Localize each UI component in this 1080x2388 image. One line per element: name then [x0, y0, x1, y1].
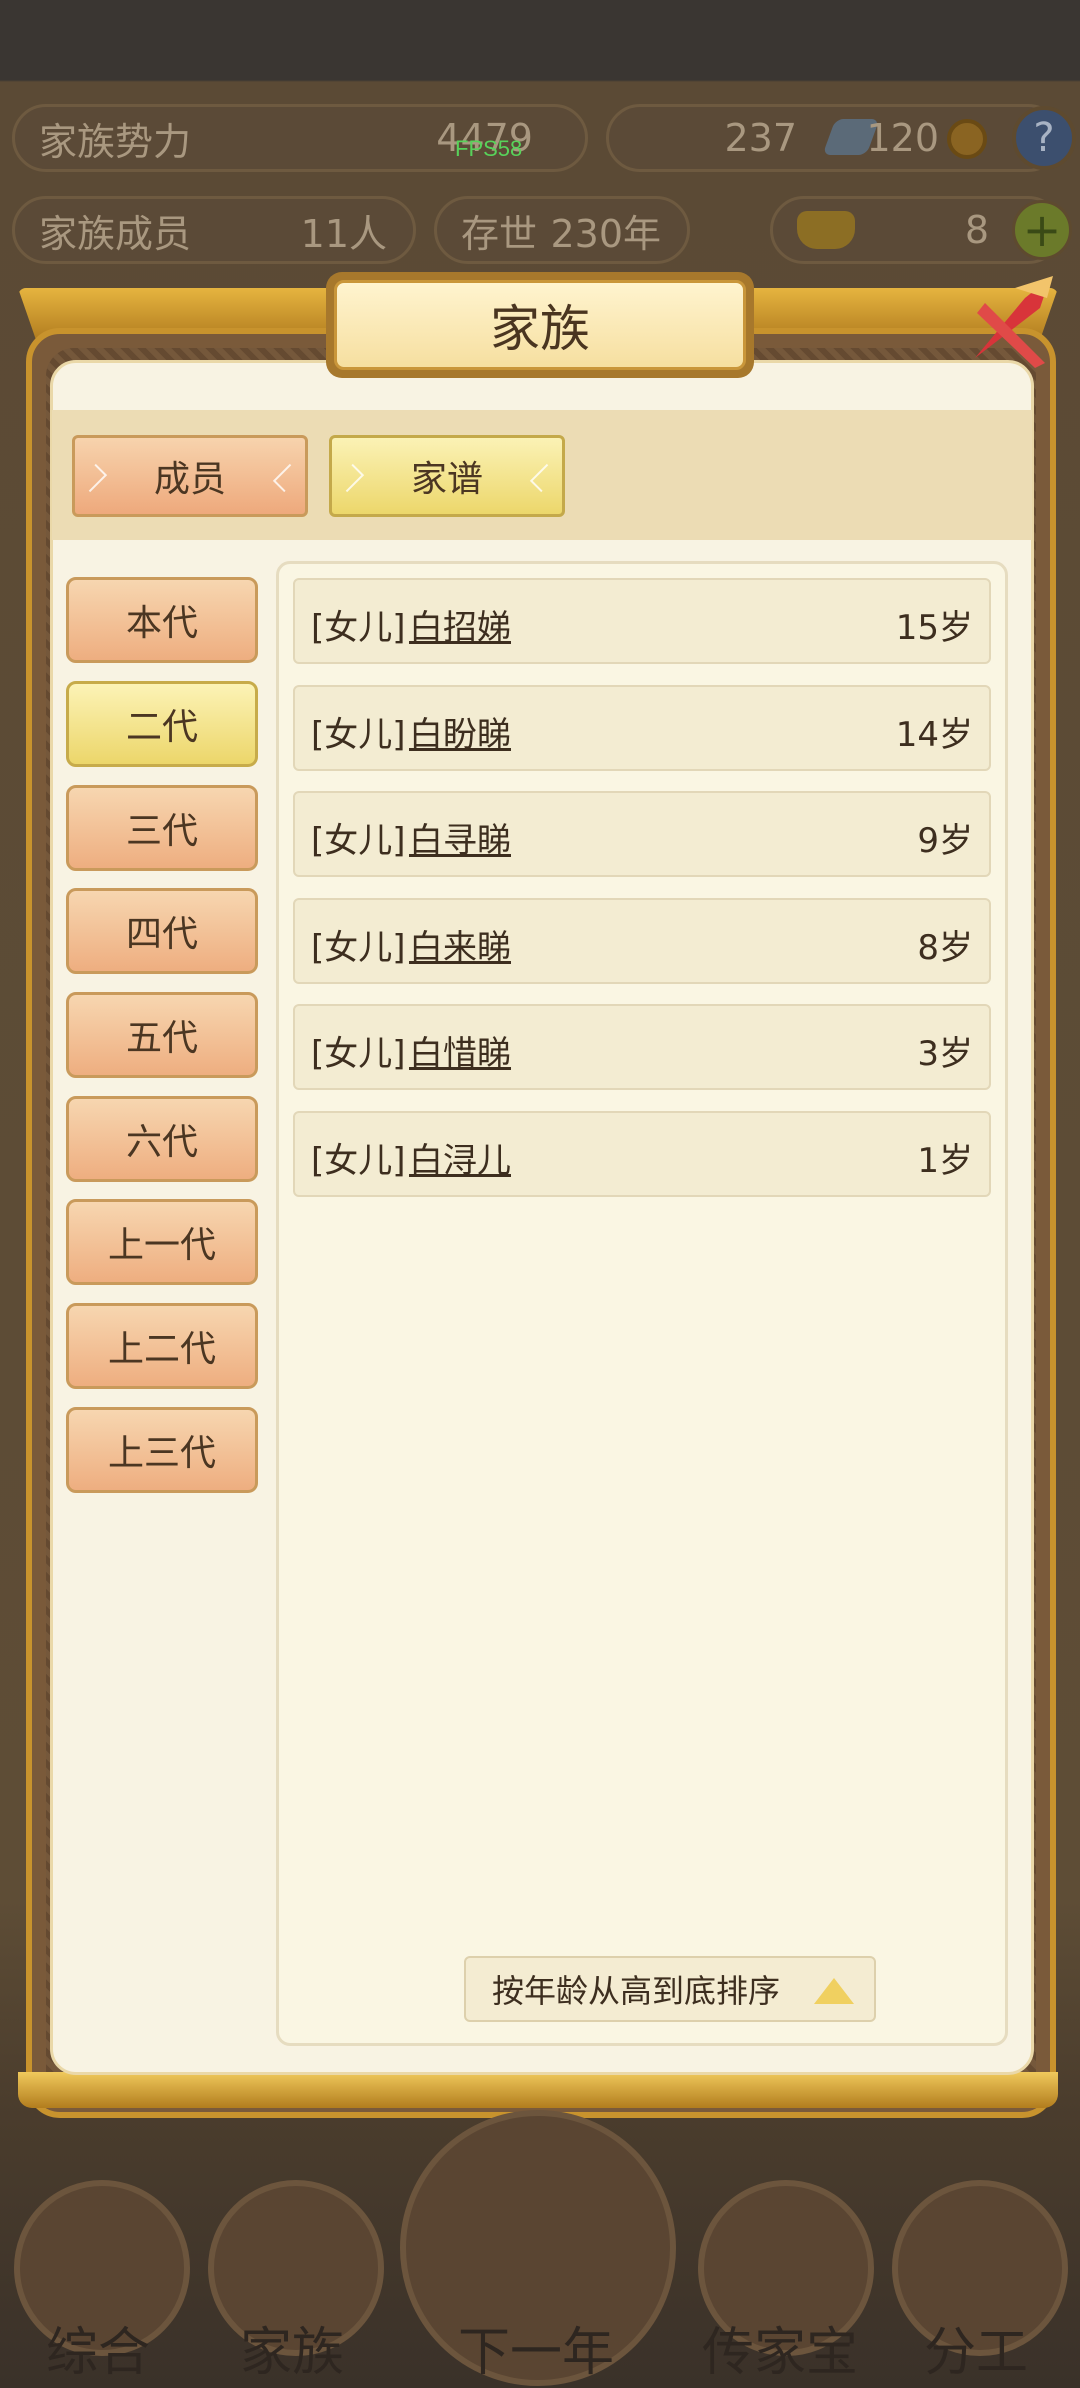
gold-ingot-icon [797, 211, 855, 249]
generation-second[interactable]: 二代 [66, 681, 258, 767]
member-row[interactable]: [女儿] 白盼睇 14岁 [293, 685, 991, 771]
generation-label: 三代 [125, 811, 198, 852]
modal-bottom-trim [18, 2072, 1058, 2108]
member-row[interactable]: [女儿] 白浔儿 1岁 [293, 1111, 991, 1197]
generation-label: 本代 [125, 603, 198, 644]
question-mark-icon: ? [1033, 115, 1055, 161]
sort-label: 按年龄从高到底排序 [492, 1972, 781, 2010]
generation-previous-one[interactable]: 上一代 [66, 1199, 258, 1285]
member-relation: [女儿] [311, 608, 406, 648]
member-list [276, 561, 1008, 2046]
members-value: 11人 [300, 211, 387, 256]
member-row[interactable]: [女儿] 白寻睇 9岁 [293, 791, 991, 877]
member-name-link[interactable]: 白来睇 [409, 920, 511, 969]
member-age: 8岁 [917, 928, 973, 968]
generation-previous-three[interactable]: 上三代 [66, 1407, 258, 1493]
silver-value: 237 [724, 116, 797, 160]
modal-title-plate: 家族 [326, 272, 754, 378]
member-relation: [女儿] [311, 1034, 406, 1074]
alive-value: 230年 [550, 211, 661, 256]
coin-value: 120 [866, 116, 939, 160]
generation-label: 上三代 [107, 1433, 216, 1474]
member-age: 14岁 [895, 715, 973, 755]
tab-family-tree-label: 家谱 [410, 459, 483, 500]
generation-label: 上一代 [107, 1225, 216, 1266]
member-row[interactable]: [女儿] 白招娣 15岁 [293, 578, 991, 664]
fps-counter: FPS58 [455, 136, 523, 161]
generation-label: 四代 [125, 914, 198, 955]
generation-sixth[interactable]: 六代 [66, 1096, 258, 1182]
sort-direction-icon [814, 1978, 854, 2004]
help-button[interactable]: ? [1012, 106, 1076, 170]
member-name-link[interactable]: 白招娣 [409, 600, 511, 649]
generation-label: 六代 [125, 1122, 198, 1163]
modal-title: 家族 [334, 280, 746, 370]
member-age: 1岁 [917, 1141, 973, 1181]
close-icon[interactable] [955, 268, 1065, 378]
tab-members[interactable]: 成员 [72, 435, 308, 517]
nav-division-label: 分工 [924, 2323, 1029, 2383]
copper-coin-icon [947, 119, 987, 159]
alive-years-bar: 存世 230年 [434, 196, 690, 264]
generation-fourth[interactable]: 四代 [66, 888, 258, 974]
member-row[interactable]: [女儿] 白来睇 8岁 [293, 898, 991, 984]
nav-next-year-label: 下一年 [458, 2323, 615, 2383]
generation-current[interactable]: 本代 [66, 577, 258, 663]
member-name-link[interactable]: 白寻睇 [409, 813, 511, 862]
member-relation: [女儿] [311, 821, 406, 861]
gold-value: 8 [964, 208, 989, 252]
member-age: 9岁 [917, 821, 973, 861]
generation-label: 五代 [125, 1018, 198, 1059]
member-row[interactable]: [女儿] 白惜睇 3岁 [293, 1004, 991, 1090]
nav-heirloom-label: 传家宝 [702, 2323, 859, 2383]
generation-previous-two[interactable]: 上二代 [66, 1303, 258, 1389]
member-relation: [女儿] [311, 928, 406, 968]
members-bar: 家族成员 11人 [12, 196, 416, 264]
member-relation: [女儿] [311, 715, 406, 755]
nav-general-label: 综合 [46, 2323, 151, 2383]
members-label: 家族成员 [39, 211, 192, 256]
member-name-link[interactable]: 白惜睇 [409, 1026, 511, 1075]
member-age: 3岁 [917, 1034, 973, 1074]
generation-label: 二代 [125, 707, 198, 748]
generation-label: 上二代 [107, 1329, 216, 1370]
member-name-link[interactable]: 白浔儿 [409, 1133, 511, 1182]
generation-fifth[interactable]: 五代 [66, 992, 258, 1078]
add-gold-button[interactable]: + [1012, 200, 1072, 260]
alive-label: 存世 [461, 211, 538, 256]
generation-third[interactable]: 三代 [66, 785, 258, 871]
tab-members-label: 成员 [153, 459, 226, 500]
sort-by-age-button[interactable]: 按年龄从高到底排序 [464, 1956, 876, 2022]
member-age: 15岁 [895, 608, 973, 648]
tab-family-tree[interactable]: 家谱 [329, 435, 565, 517]
currency-bar: 237 120 [606, 104, 1062, 172]
member-name-link[interactable]: 白盼睇 [409, 707, 511, 756]
plus-icon: + [1022, 203, 1062, 257]
nav-family-label: 家族 [240, 2323, 345, 2383]
family-power-label: 家族势力 [39, 119, 192, 164]
member-relation: [女儿] [311, 1141, 406, 1181]
